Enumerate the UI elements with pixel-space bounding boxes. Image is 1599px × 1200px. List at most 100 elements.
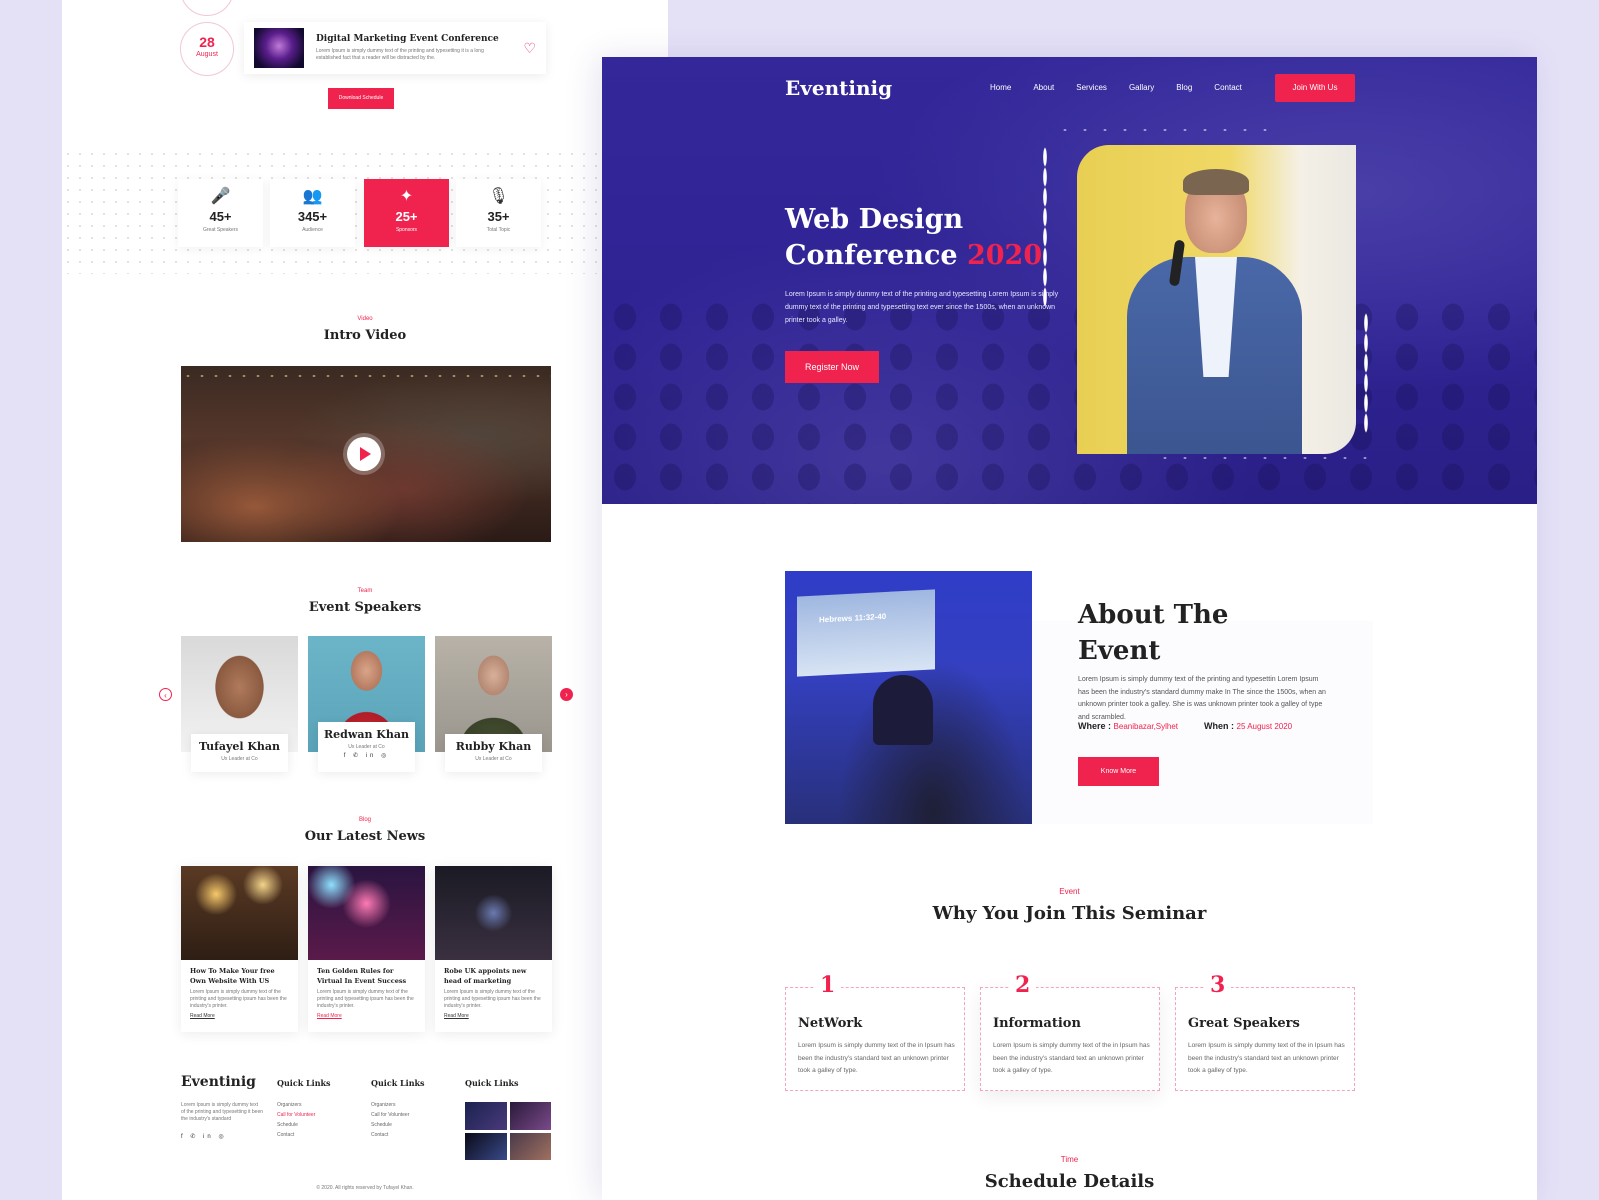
speaker-name: Tufayel Khan: [198, 740, 281, 753]
brand-logo[interactable]: Eventinig: [785, 76, 892, 100]
footer-links-1: Quick Links Organizers Call for Voluntee…: [277, 1078, 331, 1140]
about-description: Lorem Ipsum is simply dummy text of the …: [1078, 676, 1326, 721]
news-title: How To Make Your free Own Website With U…: [190, 967, 275, 985]
sponsor-icon: ✦: [399, 188, 414, 205]
gallery-thumb[interactable]: [465, 1132, 507, 1160]
footer-link[interactable]: Organizers: [371, 1100, 425, 1110]
main-nav: Home About Services Gallary Blog Contact: [990, 83, 1264, 92]
speaker-card[interactable]: Tufayel Khan Ux Leader at Co: [181, 636, 298, 772]
date-month: August: [196, 51, 218, 58]
chevron-right-icon[interactable]: ›: [560, 688, 573, 701]
read-more-link[interactable]: Read More: [181, 1010, 298, 1019]
projector-screen: Hebrews 11:32-40: [797, 589, 935, 677]
event-description: Lorem Ipsum is simply dummy text of the …: [316, 48, 484, 61]
hero-section: Eventinig Home About Services Gallary Bl…: [602, 57, 1537, 504]
nav-about[interactable]: About: [1033, 83, 1054, 92]
why-card-network: 1 NetWork Lorem Ipsum is simply dummy te…: [785, 972, 965, 1091]
read-more-link[interactable]: Read More: [308, 1010, 425, 1019]
news-description: Lorem Ipsum is simply dummy text of the …: [190, 989, 287, 1009]
hero-title-line2: Conference 2020: [785, 238, 1042, 274]
footer-link[interactable]: Schedule: [371, 1120, 425, 1130]
nav-gallary[interactable]: Gallary: [1129, 83, 1154, 92]
stat-topics: 🎙 35+ Total Topic: [456, 179, 541, 247]
speaker-card[interactable]: Redwan Khan Ux Leader at Co f ✆ in ◎: [308, 636, 425, 772]
footer-col-title: Quick Links: [465, 1078, 519, 1088]
about-title-line1: About The: [1078, 600, 1229, 630]
dots-decoration: [1055, 128, 1275, 132]
hero-title-line1: Web Design: [785, 204, 964, 235]
nav-services[interactable]: Services: [1076, 83, 1107, 92]
stat-value: 35+: [487, 209, 510, 224]
why-title: NetWork: [798, 1016, 863, 1031]
play-icon[interactable]: [347, 437, 381, 471]
intro-video[interactable]: [181, 366, 551, 542]
footer-about: Lorem Ipsum is simply dummy text of the …: [181, 1102, 264, 1122]
footer-brand[interactable]: Eventinig: [181, 1074, 256, 1090]
video-section-title: Intro Video: [323, 328, 407, 343]
copyright-text: © 2020. All rights reserved by Tufayel K…: [316, 1185, 414, 1191]
news-card[interactable]: Robe UK appoints new head of marketing L…: [435, 866, 552, 1032]
speaker-card[interactable]: Rubby Khan Ux Leader at Co: [435, 636, 552, 772]
news-description: Lorem Ipsum is simply dummy text of the …: [317, 989, 414, 1009]
date-badge: 28 August: [180, 22, 234, 76]
footer-links-2: Quick Links Organizers Call for Voluntee…: [371, 1078, 425, 1140]
speaker-figure-hair: [1183, 169, 1249, 195]
gallery-thumb[interactable]: [465, 1102, 507, 1130]
why-number: 3: [1204, 972, 1232, 998]
why-section-tag: Event: [1059, 887, 1080, 896]
stat-value: 25+: [395, 209, 418, 224]
date-badge-previous: [180, 0, 234, 16]
news-image: [308, 866, 425, 960]
where-label: Where :: [1078, 721, 1112, 731]
news-section-title: Our Latest News: [304, 829, 426, 844]
download-schedule-button[interactable]: Download Schedule: [328, 88, 394, 109]
footer-social-icons[interactable]: f ✆ in ◎: [181, 1133, 227, 1140]
footer-link[interactable]: Call for Volunteer: [277, 1110, 331, 1120]
nav-home[interactable]: Home: [990, 83, 1011, 92]
gallery-thumb[interactable]: [509, 1102, 551, 1130]
news-title: Robe UK appoints new head of marketing: [444, 967, 527, 985]
left-page-preview: 28 August Digital Marketing Event Confer…: [62, 0, 668, 1200]
speaker-role: Ux Leader at Co: [475, 756, 512, 762]
nav-contact[interactable]: Contact: [1214, 83, 1242, 92]
audience-icon: 👥: [302, 188, 323, 205]
footer-col-title: Quick Links: [371, 1078, 425, 1088]
heart-icon[interactable]: ♡: [523, 40, 536, 57]
speakers-section-title: Event Speakers: [308, 600, 422, 615]
when-value: 25 August 2020: [1236, 722, 1293, 731]
know-more-button[interactable]: Know More: [1078, 757, 1159, 786]
about-event-photo: Hebrews 11:32-40: [785, 571, 1032, 824]
dots-decoration: [1043, 147, 1047, 307]
footer-link[interactable]: Contact: [371, 1130, 425, 1140]
social-icons[interactable]: f ✆ in ◎: [318, 752, 415, 759]
join-button[interactable]: Join With Us: [1275, 74, 1355, 102]
projector-screen-text: Hebrews 11:32-40: [819, 611, 887, 625]
why-number: 2: [1009, 972, 1037, 998]
schedule-event-card[interactable]: Digital Marketing Event Conference Lorem…: [244, 22, 546, 74]
news-title: Ten Golden Rules for Virtual In Event Su…: [317, 967, 407, 985]
footer-links-3: Quick Links: [465, 1078, 519, 1100]
gallery-thumb[interactable]: [509, 1132, 551, 1160]
news-section-tag: Blog: [358, 817, 371, 823]
footer-link[interactable]: Schedule: [277, 1120, 331, 1130]
footer-link[interactable]: Organizers: [277, 1100, 331, 1110]
stat-label: Audience: [302, 227, 323, 233]
why-section-title: Why You Join This Seminar: [932, 903, 1207, 924]
nav-blog[interactable]: Blog: [1176, 83, 1192, 92]
footer-col-title: Quick Links: [277, 1078, 331, 1088]
why-title: Information: [993, 1016, 1081, 1031]
event-date: When : 25 August 2020: [1204, 721, 1292, 731]
news-card[interactable]: How To Make Your free Own Website With U…: [181, 866, 298, 1032]
about-title-line2: Event: [1078, 636, 1161, 666]
hero-speaker-photo: [1077, 145, 1356, 454]
read-more-link[interactable]: Read More: [435, 1010, 552, 1019]
right-page-preview: Eventinig Home About Services Gallary Bl…: [602, 57, 1537, 1200]
video-section-tag: Video: [357, 316, 373, 322]
dots-decoration: [1155, 456, 1375, 460]
chevron-left-icon[interactable]: ‹: [159, 688, 172, 701]
register-button[interactable]: Register Now: [785, 351, 879, 383]
footer-link[interactable]: Call for Volunteer: [371, 1110, 425, 1120]
event-thumbnail: [254, 28, 304, 68]
footer-link[interactable]: Contact: [277, 1130, 331, 1140]
news-card[interactable]: Ten Golden Rules for Virtual In Event Su…: [308, 866, 425, 1032]
